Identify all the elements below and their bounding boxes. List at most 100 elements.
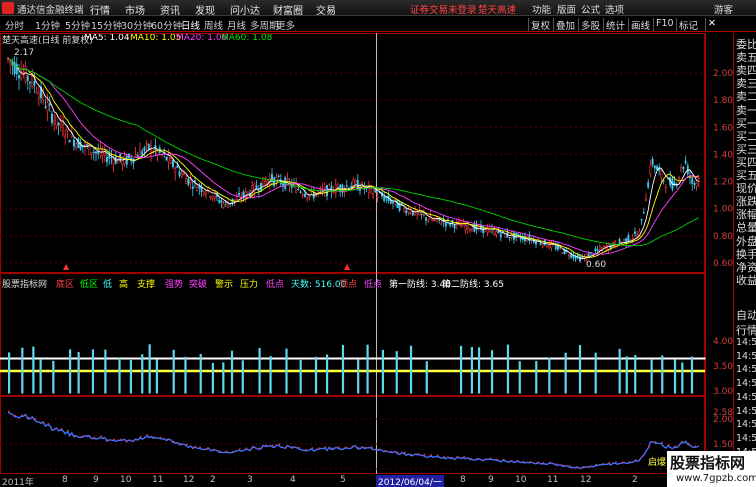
menu-news[interactable]: 资讯: [160, 2, 180, 17]
defense-dot: [560, 357, 562, 360]
defense-dot: [362, 357, 364, 360]
menu-quotes[interactable]: 行情: [90, 2, 110, 17]
candle-body: [640, 218, 643, 221]
defense-dot: [488, 357, 490, 360]
menu-ask[interactable]: 问小达: [230, 2, 260, 17]
signal-marker-icon: ▲: [63, 262, 70, 271]
indicator-bar: [366, 344, 369, 394]
defense-dot: [572, 357, 574, 360]
period-multi[interactable]: 多周期: [250, 18, 279, 32]
defense-dot: [683, 357, 685, 360]
defense-dot: [617, 357, 619, 360]
menu-layout[interactable]: 版面: [557, 2, 576, 16]
price-tick-label: 1.00: [713, 205, 733, 215]
defense-dot: [380, 357, 382, 360]
menu-function[interactable]: 功能: [532, 2, 551, 16]
indicator-bar: [314, 356, 318, 394]
candle-body: [233, 199, 236, 201]
period-30min[interactable]: 30分钟: [121, 18, 152, 32]
panel-frame: [0, 396, 705, 474]
menu-market[interactable]: 市场: [125, 2, 145, 17]
tool-f10[interactable]: F10: [653, 18, 676, 31]
defense-dot: [59, 357, 61, 360]
candle-body: [92, 151, 95, 153]
period-1min[interactable]: 1分钟: [35, 18, 60, 32]
candle-body: [634, 231, 636, 234]
candle-body: [618, 239, 621, 243]
defense-dot: [446, 357, 448, 360]
defense-dot: [485, 357, 487, 360]
tool-draw[interactable]: 画线: [628, 18, 652, 32]
indicator-bar: [222, 362, 225, 394]
candle-body: [143, 147, 146, 152]
indicator-legend-item: 底区: [56, 280, 75, 290]
indicator-bar: [490, 350, 494, 394]
candle-body: [191, 186, 194, 189]
defense-dot: [632, 357, 634, 360]
candle-body: [64, 135, 67, 139]
candle-body: [187, 178, 190, 185]
indicator-bar: [564, 352, 567, 394]
menu-options[interactable]: 选项: [605, 2, 624, 16]
login-notice[interactable]: 证券交易未登录: [410, 2, 477, 16]
indicator-bar: [141, 354, 144, 394]
defense-dot: [455, 357, 457, 360]
tool-stats[interactable]: 统计: [603, 18, 627, 32]
tool-adjust[interactable]: 复权: [528, 18, 552, 32]
menu-trade[interactable]: 交易: [316, 2, 336, 17]
candle-body: [222, 203, 225, 208]
defense-dot: [38, 357, 40, 360]
defense-dot: [167, 357, 169, 360]
defense-dot: [158, 357, 160, 360]
candle-body: [42, 92, 45, 101]
period-intraday[interactable]: 分时: [5, 18, 24, 32]
candle-body: [554, 245, 557, 250]
menu-wealth[interactable]: 财富圈: [273, 2, 303, 17]
candle-body: [24, 65, 27, 82]
indicator-bar: [395, 351, 398, 394]
x-axis-label: 2: [632, 475, 638, 485]
menu-discover[interactable]: 发现: [195, 2, 215, 17]
candle-body: [18, 75, 20, 79]
defense-dot: [569, 357, 571, 360]
defense-dot: [440, 357, 442, 360]
defense-dot: [371, 357, 373, 360]
defense-dot: [515, 357, 517, 360]
indicator-bar: [241, 360, 244, 394]
candle-body: [598, 246, 601, 250]
defense-dot: [98, 357, 100, 360]
period-more[interactable]: 更多: [276, 18, 295, 32]
defense-dot: [275, 357, 277, 360]
close-panel-icon[interactable]: ✕: [705, 18, 718, 31]
indicator-bar: [77, 352, 80, 394]
period-15min[interactable]: 15分钟: [91, 18, 122, 32]
period-weekly[interactable]: 周线: [204, 18, 223, 32]
defense-dot: [611, 357, 613, 360]
defense-dot: [17, 357, 19, 360]
menu-formula[interactable]: 公式: [581, 2, 600, 16]
candle-body: [405, 210, 408, 214]
auto-refresh-toggle[interactable]: 自动: [736, 307, 756, 323]
candle-body: [194, 180, 196, 182]
defense-dot: [320, 357, 322, 360]
period-daily[interactable]: 日线: [181, 18, 200, 32]
candle-body: [623, 239, 625, 241]
defense-dot: [299, 357, 301, 360]
candle-body: [301, 194, 304, 196]
candle-body: [73, 139, 75, 147]
tool-mark[interactable]: 标记: [676, 18, 700, 32]
guest-label[interactable]: 游客: [714, 2, 733, 16]
candle-body: [508, 237, 511, 239]
candle-body: [458, 221, 460, 223]
chart-area[interactable]: 2.17 0.60 ▲ ▲ 启爆 2.00 1.80 1.60 1.40 1.20 1.00 0.…: [0, 33, 733, 474]
defense-dot: [257, 357, 259, 360]
defense-dot: [170, 357, 172, 360]
tool-overlay[interactable]: 叠加: [553, 18, 577, 32]
defense-dot: [353, 357, 355, 360]
period-monthly[interactable]: 月线: [227, 18, 246, 32]
x-axis-label: 11: [152, 475, 164, 485]
candle-body: [627, 234, 630, 242]
period-60min[interactable]: 60分钟: [151, 18, 182, 32]
period-5min[interactable]: 5分钟: [65, 18, 90, 32]
tool-multi-stock[interactable]: 多股: [578, 18, 602, 32]
